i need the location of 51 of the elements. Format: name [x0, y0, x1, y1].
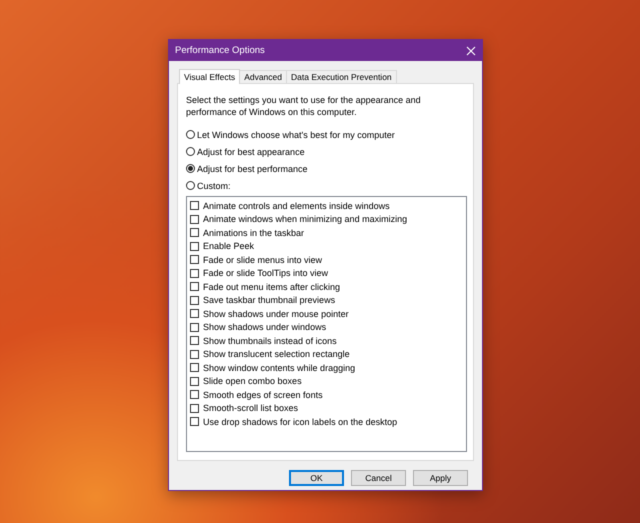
checkbox[interactable] — [190, 255, 199, 264]
checkbox[interactable] — [190, 268, 199, 278]
checkbox-label[interactable]: Enable Peek — [203, 241, 254, 252]
checkbox[interactable] — [190, 228, 199, 238]
checkbox-label[interactable]: Show window contents while dragging — [203, 362, 356, 373]
checkbox[interactable] — [190, 282, 199, 292]
checkbox-label[interactable]: Use drop shadows for icon labels on the desktop — [203, 416, 398, 427]
checkbox-label[interactable]: Animate controls and elements inside windows — [203, 200, 390, 211]
tab[interactable]: Advanced — [239, 70, 287, 83]
checkbox[interactable] — [190, 242, 199, 251]
checkbox[interactable] — [190, 363, 199, 372]
ok-button[interactable]: OK — [289, 470, 344, 486]
checkbox[interactable] — [190, 390, 199, 400]
close-icon[interactable] — [466, 46, 476, 56]
checkbox[interactable] — [190, 350, 199, 359]
checkbox[interactable] — [190, 201, 199, 210]
radio-label[interactable]: Adjust for best appearance — [197, 146, 305, 156]
radio-button[interactable] — [186, 181, 195, 190]
radio-label[interactable]: Custom: — [197, 180, 231, 190]
checkbox[interactable] — [190, 322, 199, 332]
checkbox[interactable] — [190, 336, 199, 346]
checkbox-label[interactable]: Smooth-scroll list boxes — [203, 403, 298, 414]
checkbox[interactable] — [190, 309, 199, 318]
window-title: Performance Options — [175, 45, 265, 56]
tab[interactable]: Data Execution Prevention — [286, 70, 397, 83]
checkbox[interactable] — [190, 296, 199, 305]
checkbox-label[interactable]: Fade or slide menus into view — [203, 254, 322, 265]
dialog-button[interactable]: Apply — [413, 470, 468, 486]
radio-button[interactable] — [186, 130, 195, 139]
intro-text: Select the settings you want to use for the appearance and performance of Windows on this computer. — [186, 94, 422, 118]
checkbox-label[interactable]: Fade out menu items after clicking — [203, 282, 340, 292]
checkbox-label[interactable]: Show shadows under mouse pointer — [203, 308, 349, 319]
checkbox[interactable] — [190, 404, 199, 413]
checkbox-label[interactable]: Slide open combo boxes — [203, 376, 302, 386]
radio-label[interactable]: Adjust for best performance — [197, 164, 308, 174]
checkbox-label[interactable]: Show translucent selection rectangle — [203, 349, 350, 360]
radio-button[interactable] — [186, 147, 195, 156]
checkbox[interactable] — [190, 417, 199, 426]
checkbox-label[interactable]: Save taskbar thumbnail previews — [203, 295, 336, 306]
tab[interactable]: Visual Effects — [179, 69, 240, 84]
dialog-button[interactable]: Cancel — [351, 470, 406, 486]
checkbox-label[interactable]: Smooth edges of screen fonts — [203, 390, 323, 400]
checkbox[interactable] — [190, 376, 199, 386]
checkbox-label[interactable]: Show shadows under windows — [203, 322, 326, 332]
checkbox[interactable] — [190, 214, 199, 224]
checkbox-label[interactable]: Fade or slide ToolTips into view — [203, 268, 328, 278]
checkbox-label[interactable]: Show thumbnails instead of icons — [203, 336, 337, 346]
checkbox-label[interactable]: Animations in the taskbar — [203, 228, 304, 238]
checkbox-label[interactable]: Animate windows when minimizing and maximizing — [203, 214, 408, 224]
radio-button[interactable] — [186, 164, 195, 173]
radio-label[interactable]: Let Windows choose what's best for my computer — [197, 130, 395, 140]
